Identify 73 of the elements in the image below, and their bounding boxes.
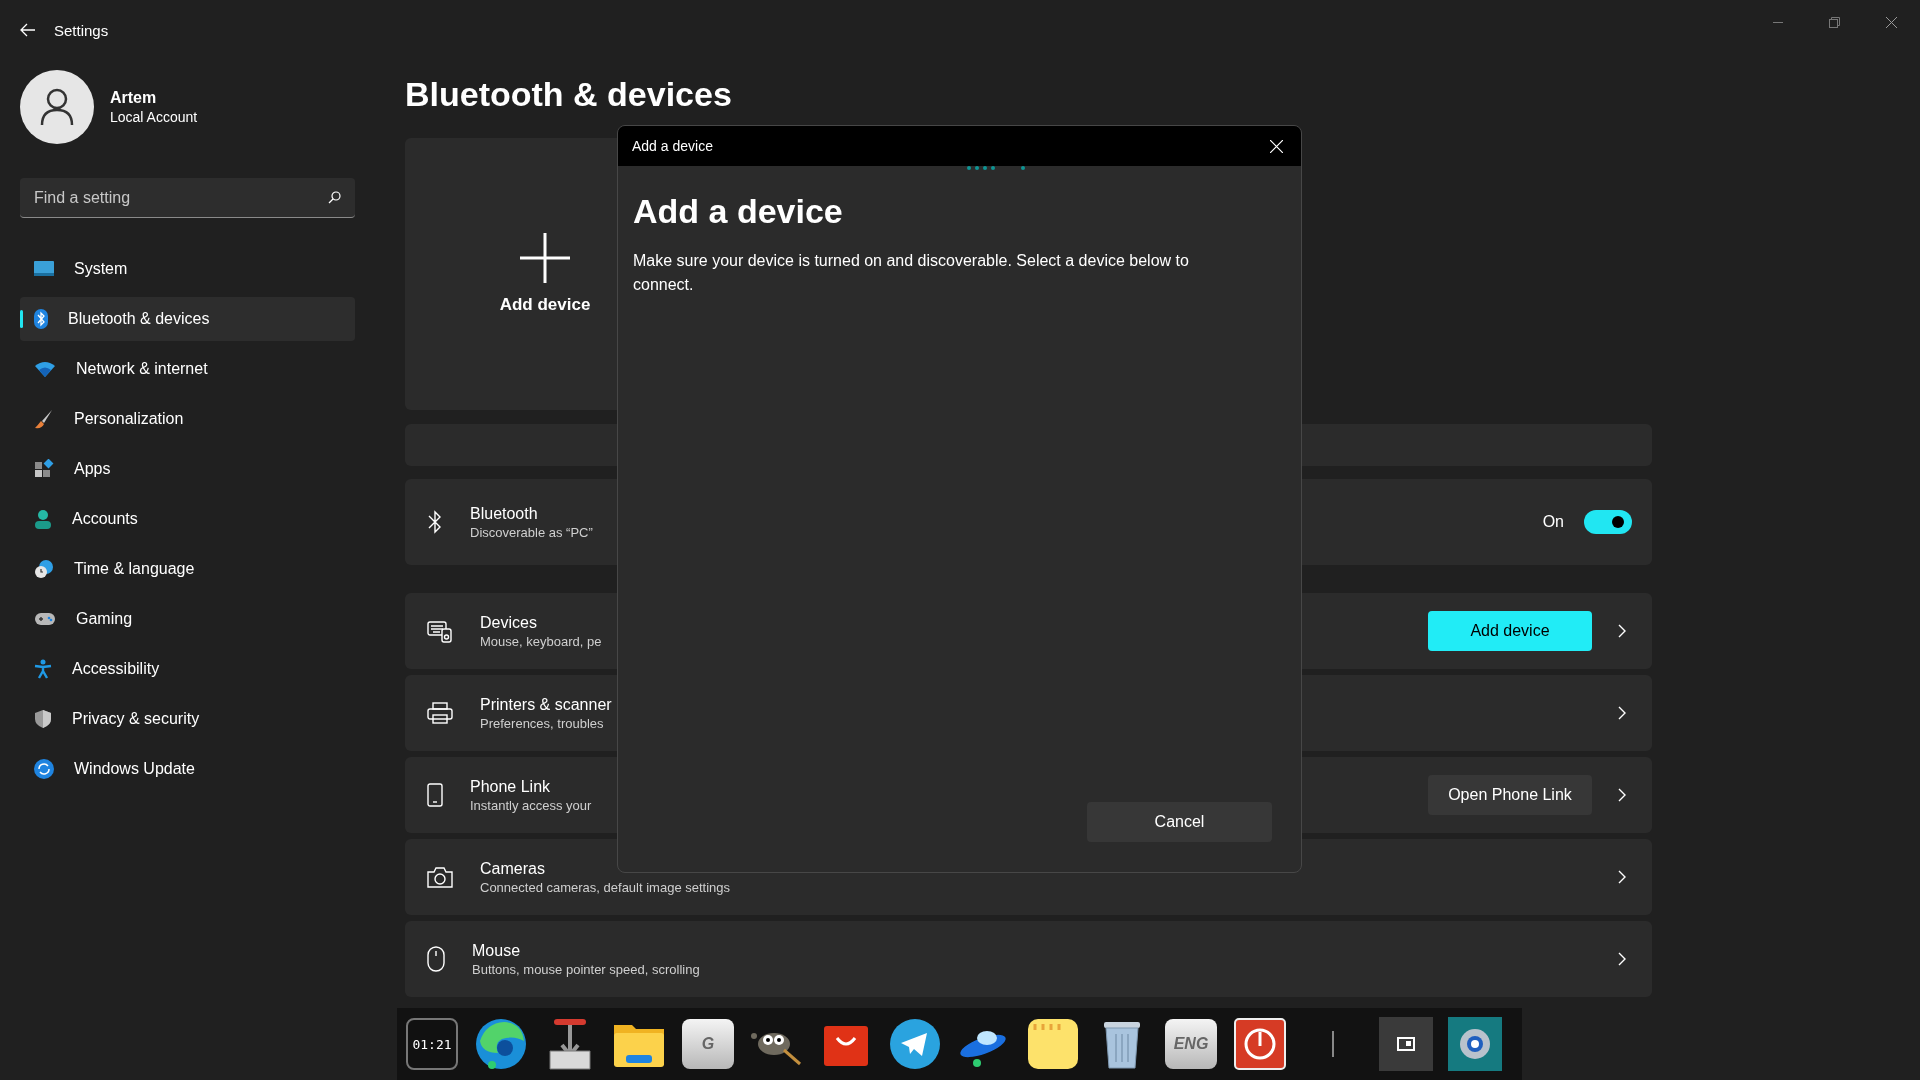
progress-dots [966, 165, 1026, 171]
toggle-state-label: On [1542, 513, 1564, 531]
row-title: Phone Link [470, 777, 552, 796]
sync-icon [34, 759, 54, 779]
paper-plane-icon[interactable] [889, 1018, 941, 1070]
nav-item[interactable]: Apps [20, 447, 355, 491]
settings-icon[interactable] [1448, 1017, 1502, 1071]
notepad-icon[interactable] [1027, 1018, 1079, 1070]
window-title: Settings [54, 21, 109, 39]
account-type: Local Account [110, 109, 198, 125]
nav-item[interactable]: Time & language [20, 547, 355, 591]
row-title: Printers & scanner [480, 695, 612, 714]
search-box[interactable]: Find a setting [20, 178, 355, 218]
search-icon [328, 191, 341, 204]
phone-icon [427, 783, 443, 807]
bluetooth-icon [34, 309, 48, 329]
nav-item[interactable]: System [20, 247, 355, 291]
power-icon[interactable] [1234, 1018, 1286, 1070]
widget-icon[interactable] [1379, 1017, 1433, 1071]
row-title: Mouse [472, 941, 522, 960]
chevron-right-icon [1618, 624, 1626, 638]
page-title: Bluetooth & devices [405, 74, 733, 115]
apps-icon [34, 459, 54, 479]
shield-icon [34, 709, 52, 729]
chevron-right-icon [1618, 870, 1626, 884]
row-subtitle: Connected cameras, default image settings [480, 879, 731, 895]
camera-icon [427, 866, 453, 888]
globe-clock-icon [34, 559, 54, 579]
download-tray-icon[interactable] [548, 1017, 592, 1071]
account-name: Artem [110, 89, 158, 107]
row-subtitle: Preferences, troubles [480, 715, 605, 731]
row-subtitle: Mouse, keyboard, pe [480, 633, 602, 649]
nav-item[interactable]: Gaming [20, 597, 355, 641]
clock-app-icon[interactable]: 01:21 [406, 1018, 458, 1070]
settings-row[interactable]: Mouse Buttons, mouse pointer speed, scrolling [405, 921, 1652, 997]
chevron-right-icon [1618, 706, 1626, 720]
secondary-button[interactable]: Open Phone Link [1428, 775, 1592, 815]
chevron-right-icon [1618, 788, 1626, 802]
row-subtitle: Buttons, mouse pointer speed, scrolling [472, 961, 700, 977]
back-arrow-icon[interactable] [20, 23, 36, 37]
nav-item[interactable]: Accessibility [20, 647, 355, 691]
row-subtitle: Discoverable as “PC” [470, 524, 593, 540]
keyboard-key-icon[interactable]: G [682, 1019, 734, 1069]
gamepad-icon [34, 611, 56, 627]
row-title: Cameras [480, 859, 546, 878]
cancel-button[interactable]: Cancel [1087, 802, 1272, 842]
bluetooth-icon [427, 509, 443, 535]
browser-icon[interactable] [474, 1017, 528, 1071]
wifi-icon [34, 361, 56, 377]
mouse-icon [427, 946, 445, 972]
printer-icon [427, 701, 453, 725]
chevron-right-icon [1618, 952, 1626, 966]
person-icon [34, 509, 52, 529]
nav-item[interactable]: Bluetooth & devices [20, 297, 355, 341]
accessibility-icon [34, 659, 52, 679]
keyboard-key-icon[interactable]: ENG [1165, 1019, 1217, 1069]
nav-item[interactable]: Privacy & security [20, 697, 355, 741]
nav-item[interactable]: Personalization [20, 397, 355, 441]
search-field[interactable]: Find a setting [34, 188, 328, 207]
toggle-switch[interactable] [1584, 510, 1632, 534]
nav-item[interactable]: Network & internet [20, 347, 355, 391]
minimize-icon[interactable] [1772, 21, 1783, 23]
row-subtitle: Instantly access your [470, 797, 592, 813]
keyboard-speaker-icon [427, 619, 453, 643]
nav-item[interactable]: Accounts [20, 497, 355, 541]
monitor-icon [34, 261, 54, 277]
close-icon[interactable] [1886, 16, 1897, 28]
plus-icon [520, 233, 570, 283]
restore-icon[interactable] [1829, 16, 1840, 28]
row-title: Devices [480, 613, 538, 632]
primary-button[interactable]: Add device [1428, 611, 1592, 651]
row-title: Bluetooth [470, 504, 539, 523]
nav-item[interactable]: Windows Update [20, 747, 355, 791]
